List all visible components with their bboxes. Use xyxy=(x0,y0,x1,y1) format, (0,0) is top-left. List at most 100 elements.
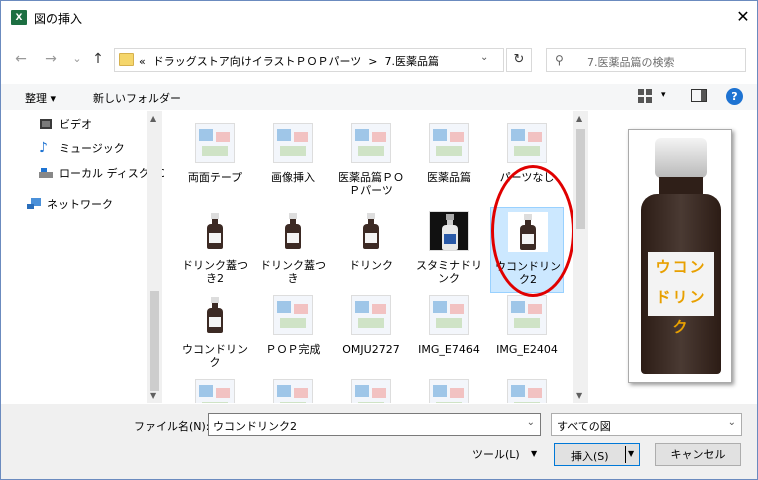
file-name: IMG_E7464 xyxy=(418,343,480,356)
scroll-down-icon[interactable]: ▼ xyxy=(150,391,156,400)
help-icon[interactable]: ? xyxy=(726,88,743,105)
file-item[interactable]: ウコンドリンク xyxy=(178,291,252,377)
insert-dropdown-icon[interactable]: ▼ xyxy=(628,449,634,458)
tools-button[interactable]: ツール(L) xyxy=(472,446,520,462)
breadcrumb-separator[interactable]: > xyxy=(368,55,377,68)
file-name: ドリンク蓋つき2 xyxy=(182,259,248,285)
back-arrow-icon[interactable]: ← xyxy=(11,48,31,70)
view-options-icon[interactable] xyxy=(638,89,656,103)
file-item[interactable]: OMJU2727 xyxy=(334,291,408,377)
recent-dropdown-icon[interactable]: ⌄ xyxy=(67,48,87,70)
file-item[interactable]: スタミナドリンク xyxy=(412,207,486,293)
up-arrow-icon[interactable]: ↑ xyxy=(88,48,108,70)
content-scrollbar[interactable]: ▲ ▼ xyxy=(573,111,588,403)
dialog-footer: ファイル名(N): ウコンドリンク2 ⌄ すべての図 ⌄ ツール(L) ▼ 挿入… xyxy=(1,404,757,479)
file-thumbnail-image xyxy=(507,295,547,335)
excel-app-icon: X xyxy=(11,10,27,25)
file-thumbnail-image xyxy=(273,123,313,163)
file-item[interactable] xyxy=(412,375,486,403)
forward-arrow-icon[interactable]: → xyxy=(41,48,61,70)
file-item[interactable] xyxy=(490,375,564,403)
highlight-circle xyxy=(491,165,575,297)
scroll-up-icon[interactable]: ▲ xyxy=(576,114,582,123)
file-item[interactable]: 両面テープ xyxy=(178,119,252,205)
file-thumbnail-image xyxy=(273,295,313,335)
file-name: スタミナドリンク xyxy=(416,259,482,285)
chevron-down-icon[interactable]: ⌄ xyxy=(728,417,736,428)
breadcrumb-item-current[interactable]: 7.医薬品篇 xyxy=(385,55,440,68)
file-thumbnail-image xyxy=(273,211,313,251)
scrollbar-thumb[interactable] xyxy=(576,129,585,229)
scrollbar-thumb[interactable] xyxy=(150,291,159,391)
scroll-up-icon[interactable]: ▲ xyxy=(150,114,156,123)
breadcrumb-overflow[interactable]: « xyxy=(139,55,146,68)
bottle-image: ウコン ドリンク xyxy=(641,194,721,374)
file-item[interactable] xyxy=(178,375,252,403)
file-thumbnail-image xyxy=(351,211,391,251)
file-item[interactable]: ドリンク蓋つき2 xyxy=(178,207,252,293)
file-name: ドリンク xyxy=(349,259,393,272)
file-thumbnail-image xyxy=(507,123,547,163)
sidebar-item-label: ミュージック xyxy=(59,142,125,155)
preview-pane-icon[interactable] xyxy=(691,89,709,103)
folder-icon xyxy=(119,53,134,66)
file-thumbnail-image xyxy=(351,379,391,403)
search-icon: ⚲ xyxy=(555,53,564,67)
breadcrumb-item-parent[interactable]: ドラッグストア向けイラストＰＯＰパーツ xyxy=(153,55,362,68)
scroll-down-icon[interactable]: ▼ xyxy=(576,391,582,400)
file-thumbnail-image xyxy=(429,295,469,335)
file-item[interactable]: 医薬品篇ＰＯＰパーツ xyxy=(334,119,408,205)
insert-label: 挿入(S) xyxy=(571,450,609,463)
sidebar-item-network[interactable]: ネットワーク xyxy=(27,196,113,212)
file-thumbnail-image xyxy=(429,123,469,163)
navigation-pane: ビデオ ♪ ミュージック ローカル ディスク (C ネットワーク xyxy=(19,111,165,403)
file-thumbnail-image xyxy=(273,379,313,403)
file-thumbnail-image xyxy=(507,379,547,403)
file-name: 両面テープ xyxy=(187,171,243,184)
file-thumbnail-image xyxy=(429,379,469,403)
tools-dropdown-icon[interactable]: ▼ xyxy=(531,449,537,458)
split-divider xyxy=(625,446,626,463)
organize-button[interactable]: 整理 ▾ xyxy=(25,90,56,106)
address-bar[interactable]: « ドラッグストア向けイラストＰＯＰパーツ > 7.医薬品篇 ⌄ xyxy=(114,48,504,72)
file-thumbnail-image xyxy=(429,211,469,251)
file-thumbnail-image xyxy=(195,211,235,251)
address-dropdown-icon[interactable]: ⌄ xyxy=(480,52,488,63)
bottle-cap-image xyxy=(655,138,707,178)
file-thumbnail-image xyxy=(351,123,391,163)
cancel-button[interactable]: キャンセル xyxy=(655,443,741,466)
file-item[interactable]: IMG_E2404 xyxy=(490,291,564,377)
sidebar-item-music[interactable]: ♪ ミュージック xyxy=(39,140,125,156)
command-toolbar: 整理 ▾ 新しいフォルダー ▾ ? xyxy=(1,84,757,110)
file-item[interactable] xyxy=(256,375,330,403)
file-name: IMG_E2404 xyxy=(496,343,558,356)
view-dropdown-icon[interactable]: ▾ xyxy=(661,90,666,100)
sidebar-item-video[interactable]: ビデオ xyxy=(39,116,92,132)
filename-label: ファイル名(N): xyxy=(134,420,210,433)
filename-value: ウコンドリンク2 xyxy=(213,420,297,433)
insert-picture-dialog: X 図の挿入 ✕ ← → ⌄ ↑ « ドラッグストア向けイラストＰＯＰパーツ >… xyxy=(0,0,758,480)
sidebar-scrollbar[interactable]: ▲ ▼ xyxy=(147,111,162,403)
music-note-icon: ♪ xyxy=(39,140,48,156)
file-item[interactable]: ドリンク xyxy=(334,207,408,293)
file-item[interactable]: ドリンク蓋つき xyxy=(256,207,330,293)
file-item[interactable]: IMG_E7464 xyxy=(412,291,486,377)
file-name: ドリンク蓋つき xyxy=(260,259,326,285)
preview-text-line1: ウコン xyxy=(655,258,707,276)
file-name: 画像挿入 xyxy=(271,171,315,184)
insert-button[interactable]: 挿入(S) ▼ xyxy=(554,443,640,466)
file-name: OMJU2727 xyxy=(342,343,400,356)
chevron-down-icon[interactable]: ⌄ xyxy=(527,417,535,428)
preview-pane: ウコン ドリンク xyxy=(628,129,732,383)
file-item[interactable]: ＰＯＰ完成 xyxy=(256,291,330,377)
search-input[interactable]: ⚲ 7.医薬品篇の検索 xyxy=(546,48,746,72)
file-type-select[interactable]: すべての図 ⌄ xyxy=(551,413,742,436)
file-item[interactable] xyxy=(334,375,408,403)
new-folder-button[interactable]: 新しいフォルダー xyxy=(93,90,181,106)
navigation-bar: ← → ⌄ ↑ « ドラッグストア向けイラストＰＯＰパーツ > 7.医薬品篇 ⌄… xyxy=(1,44,757,76)
filename-field[interactable]: ウコンドリンク2 ⌄ xyxy=(208,413,541,436)
close-icon[interactable]: ✕ xyxy=(731,6,755,28)
refresh-icon[interactable]: ↻ xyxy=(506,48,532,72)
file-item[interactable]: 医薬品篇 xyxy=(412,119,486,205)
file-item[interactable]: 画像挿入 xyxy=(256,119,330,205)
